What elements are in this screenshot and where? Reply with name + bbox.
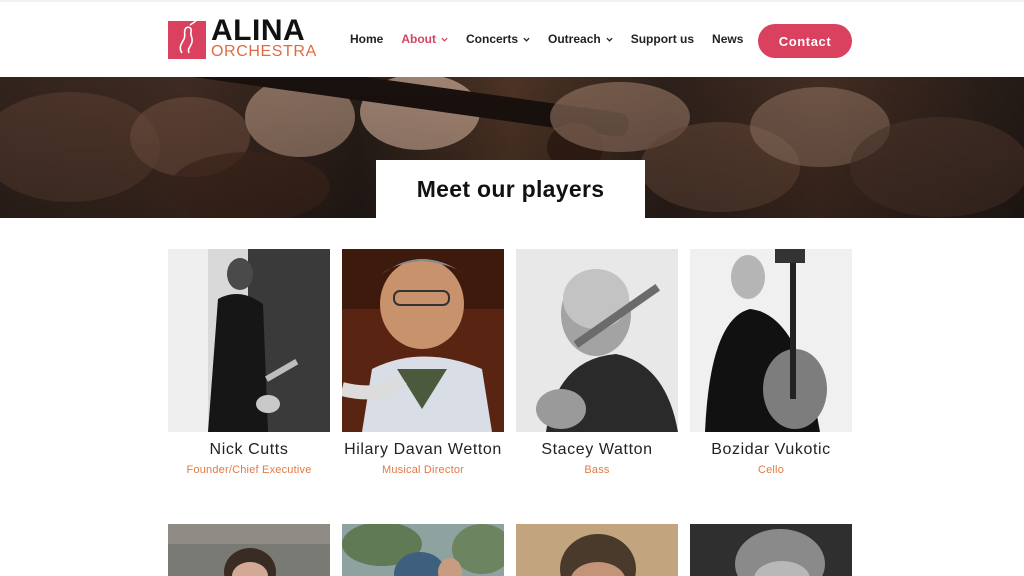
player-card[interactable]: Hilary Davan Wetton Musical Director [342, 249, 504, 476]
player-role: Musical Director [381, 464, 465, 476]
player-photo [690, 249, 852, 432]
player-name: Nick Cutts [209, 441, 289, 458]
player-photo[interactable] [516, 524, 678, 576]
nav-concerts-label: Concerts [466, 32, 519, 46]
player-photo [342, 249, 504, 432]
nav-about-label: About [401, 32, 436, 46]
player-photo [168, 249, 330, 432]
violin-logo-icon [168, 21, 206, 59]
nav-support-us[interactable]: Support us [631, 32, 694, 46]
logo-text-secondary: ORCHESTRA [211, 43, 317, 60]
player-photo [516, 249, 678, 432]
nav-concerts[interactable]: Concerts [466, 32, 530, 46]
nav-home[interactable]: Home [350, 32, 383, 46]
player-card[interactable]: Nick Cutts Founder/Chief Executive [168, 249, 330, 476]
player-name: Hilary Davan Wetton [344, 441, 502, 458]
player-role: Cello [757, 464, 785, 476]
player-role: Founder/Chief Executive [186, 464, 312, 476]
site-header: ALINA ORCHESTRA Home About Concerts Outr… [0, 2, 1024, 77]
nav-news[interactable]: News [712, 32, 743, 46]
nav-home-label: Home [350, 32, 384, 46]
banner-title-box: Meet our players [376, 160, 645, 218]
player-card[interactable]: Bozidar Vukotic Cello [690, 249, 852, 476]
nav-about[interactable]: About [401, 32, 448, 46]
player-card[interactable]: Stacey Watton Bass [516, 249, 678, 476]
page-title: Meet our players [416, 175, 605, 202]
nav-outreach[interactable]: Outreach [548, 32, 613, 46]
chevron-down-icon [606, 37, 613, 42]
nav-news-label: News [712, 32, 744, 46]
contact-button[interactable]: Contact [758, 24, 852, 58]
nav-support-us-label: Support us [630, 32, 695, 46]
player-photo[interactable] [690, 524, 852, 576]
player-photo[interactable] [168, 524, 330, 576]
player-role: Bass [584, 464, 610, 476]
player-name: Stacey Watton [541, 441, 653, 458]
logo[interactable]: ALINA ORCHESTRA [168, 16, 316, 62]
player-name: Bozidar Vukotic [711, 441, 831, 458]
nav-outreach-label: Outreach [548, 32, 601, 46]
chevron-down-icon [523, 37, 530, 42]
main-nav: Home About Concerts Outreach Support us … [350, 32, 761, 46]
logo-text-primary: ALINA [211, 14, 306, 47]
player-photo[interactable] [342, 524, 504, 576]
chevron-down-icon [441, 37, 448, 42]
